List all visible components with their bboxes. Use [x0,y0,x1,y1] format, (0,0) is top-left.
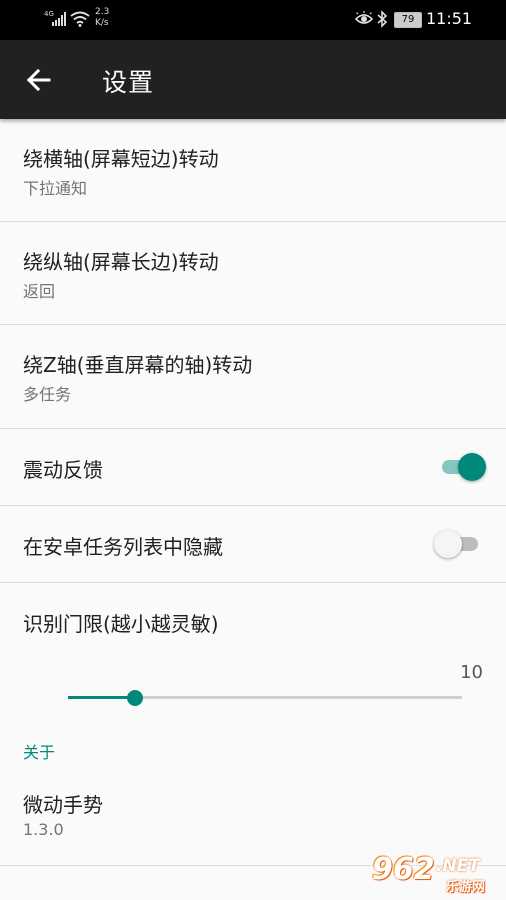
watermark-logo: 962 .NET 乐游网 [372,852,500,895]
speed-unit: K/s [95,18,109,28]
page-title: 设置 [102,68,155,97]
status-bar: 4G 2.3 K/s 79 11:51 [0,0,506,40]
threshold-value: 10 [460,662,483,683]
watermark-text: 乐游网 [446,880,486,895]
app-name: 微动手势 [23,793,103,817]
watermark-number: 962 [372,852,435,887]
hide-in-recents-toggle[interactable] [434,530,478,558]
setting-title: 震动反馈 [23,458,103,482]
setting-title: 绕纵轴(屏幕长边)转动 [23,250,219,274]
slider-thumb[interactable] [127,690,143,706]
app-bar: 设置 [0,40,506,119]
setting-rotate-z-axis[interactable]: 绕Z轴(垂直屏幕的轴)转动 多任务 [0,325,506,429]
setting-rotate-x-axis[interactable]: 绕横轴(屏幕短边)转动 下拉通知 [0,119,506,222]
toggle-thumb [434,530,462,558]
toggle-thumb [458,453,486,481]
setting-title: 绕横轴(屏幕短边)转动 [23,147,219,171]
speed-value: 2.3 [95,7,110,17]
network-speed: 2.3 K/s [95,7,109,29]
bluetooth-icon [377,10,388,28]
setting-summary: 多任务 [23,385,72,404]
signal-icon [52,12,66,26]
setting-summary: 下拉通知 [23,179,88,198]
setting-title: 绕Z轴(垂直屏幕的轴)转动 [23,353,253,377]
setting-vibration-feedback[interactable]: 震动反馈 [0,429,506,506]
about-app-info[interactable]: 微动手势 1.3.0 [0,765,506,866]
threshold-slider[interactable] [68,690,462,706]
setting-hide-in-recents[interactable]: 在安卓任务列表中隐藏 [0,506,506,583]
watermark-suffix: .NET [436,856,480,876]
app-version: 1.3.0 [23,820,64,839]
setting-rotate-y-axis[interactable]: 绕纵轴(屏幕长边)转动 返回 [0,222,506,325]
setting-title: 识别门限(越小越灵敏) [23,612,219,636]
setting-title: 在安卓任务列表中隐藏 [23,535,223,559]
vibration-toggle[interactable] [442,453,486,481]
slider-fill [68,696,135,699]
eye-comfort-icon [355,11,373,24]
clock: 11:51 [426,9,473,28]
wifi-icon [70,11,90,27]
arrow-left-icon[interactable] [24,66,54,94]
setting-summary: 返回 [23,282,56,301]
battery-level: 79 [394,12,422,28]
about-category: 关于 [23,743,56,762]
